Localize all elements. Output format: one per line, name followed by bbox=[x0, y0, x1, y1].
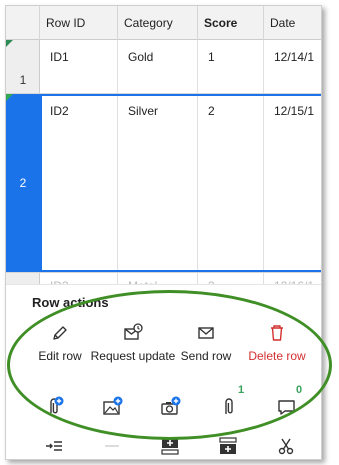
row-number[interactable]: 1 bbox=[6, 40, 40, 93]
bottom-toolbar bbox=[6, 432, 321, 459]
row-number[interactable]: 2 bbox=[6, 94, 40, 272]
sheet-grid: Row ID Category Score Date 1 ID1 Gold 1 … bbox=[6, 6, 321, 286]
pencil-icon bbox=[53, 326, 67, 340]
table-row[interactable]: 1 ID1 Gold 1 12/14/1 bbox=[6, 40, 321, 94]
row-actions-panel: Row actions Edit row Request update Send… bbox=[6, 284, 321, 459]
cell-row-id[interactable]: ID1 bbox=[40, 40, 118, 93]
attachments-icon[interactable] bbox=[218, 395, 240, 417]
attachments-count-badge: 1 bbox=[238, 384, 245, 396]
comment-marker-icon bbox=[6, 94, 13, 101]
cell-score[interactable]: 1 bbox=[198, 40, 264, 93]
insert-row-above-icon[interactable] bbox=[160, 436, 180, 456]
envelope-icon bbox=[198, 327, 214, 339]
corner-cell[interactable] bbox=[6, 6, 40, 40]
comment-marker-icon bbox=[6, 40, 13, 47]
delete-row-button[interactable]: Delete row bbox=[232, 323, 321, 363]
trash-icon bbox=[271, 325, 283, 341]
comments-icon[interactable] bbox=[276, 395, 298, 417]
row-number-label: 1 bbox=[19, 73, 27, 87]
panel-title: Row actions bbox=[32, 295, 109, 310]
table-row-selected[interactable]: 2 ID2 Silver 2 12/15/1 bbox=[6, 94, 321, 272]
grid-header: Row ID Category Score Date bbox=[6, 6, 321, 40]
delete-row-label: Delete row bbox=[248, 349, 306, 363]
mobile-screen: Row ID Category Score Date 1 ID1 Gold 1 … bbox=[5, 5, 322, 460]
cell-score[interactable]: 2 bbox=[198, 94, 264, 272]
insert-row-below-icon[interactable] bbox=[218, 436, 238, 456]
cell-date[interactable]: 12/14/1 bbox=[264, 40, 321, 93]
cut-icon[interactable] bbox=[276, 436, 296, 456]
column-header-date[interactable]: Date bbox=[264, 6, 321, 40]
column-header-score[interactable]: Score bbox=[198, 6, 264, 40]
add-camera-icon[interactable] bbox=[160, 395, 182, 417]
add-image-icon[interactable] bbox=[102, 395, 124, 417]
row-number-label: 2 bbox=[19, 176, 27, 190]
cell-category[interactable]: Silver bbox=[118, 94, 198, 272]
outdent-icon[interactable] bbox=[102, 436, 122, 456]
add-attachment-icon[interactable] bbox=[44, 395, 66, 417]
request-update-icon bbox=[124, 323, 143, 340]
cell-row-id[interactable]: ID2 bbox=[40, 94, 118, 272]
column-header-row-id[interactable]: Row ID bbox=[40, 6, 118, 40]
comments-count-badge: 0 bbox=[296, 384, 303, 396]
column-header-category[interactable]: Category bbox=[118, 6, 198, 40]
cell-category[interactable]: Gold bbox=[118, 40, 198, 93]
indent-icon[interactable] bbox=[44, 436, 64, 456]
cell-date[interactable]: 12/15/1 bbox=[264, 94, 321, 272]
